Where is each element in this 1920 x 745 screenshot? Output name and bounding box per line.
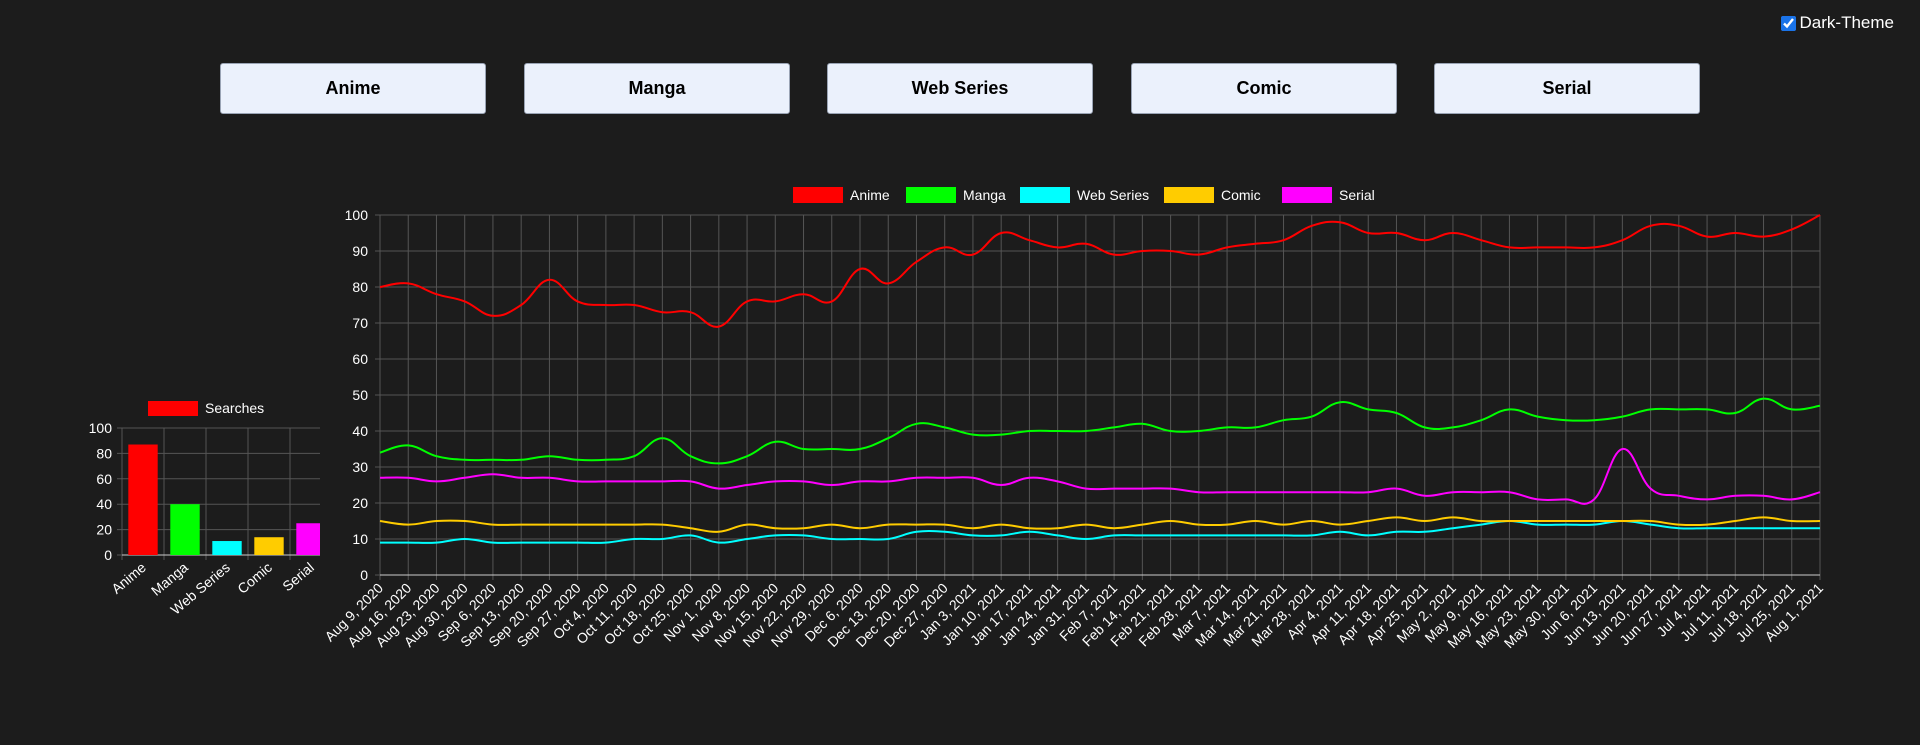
legend-swatch-comic: [1164, 187, 1214, 203]
bar-x-tick-label: Comic: [234, 559, 275, 597]
bar-legend-label: Searches: [205, 400, 264, 416]
bar-y-tick-label: 60: [96, 471, 112, 487]
dark-theme-checkbox[interactable]: [1780, 15, 1796, 31]
legend-swatch-web-series: [1020, 187, 1070, 203]
bar-manga: [170, 504, 200, 555]
bar-y-tick-label: 40: [96, 496, 112, 512]
web-series-button[interactable]: Web Series: [827, 63, 1093, 114]
series-line-serial: [379, 448, 1821, 505]
legend-label-anime: Anime: [850, 187, 890, 203]
line-y-tick-label: 40: [352, 423, 368, 439]
line-y-tick-label: 50: [352, 387, 368, 403]
legend-label-comic: Comic: [1221, 187, 1261, 203]
line-y-tick-label: 90: [352, 243, 368, 259]
legend-swatch-serial: [1282, 187, 1332, 203]
bar-legend-swatch: [148, 401, 198, 416]
searches-bar-chart: 020406080100AnimeMangaWeb Series Comic Ser…: [89, 400, 320, 618]
bar-y-tick-label: 20: [96, 522, 112, 538]
serial-button[interactable]: Serial: [1434, 63, 1700, 114]
line-y-tick-label: 100: [345, 207, 369, 223]
legend-swatch-manga: [906, 187, 956, 203]
bar-anime: [128, 444, 158, 555]
bar-y-tick-label: 80: [96, 445, 112, 461]
line-y-tick-label: 20: [352, 495, 368, 511]
line-y-tick-label: 80: [352, 279, 368, 295]
comic-button[interactable]: Comic: [1131, 63, 1397, 114]
bar-y-tick-label: 100: [89, 420, 113, 436]
bar-web-series: [212, 541, 242, 555]
legend-label-manga: Manga: [963, 187, 1006, 203]
legend-label-web-series: Web Series: [1077, 187, 1149, 203]
series-line-anime: [379, 214, 1821, 328]
line-y-tick-label: 60: [352, 351, 368, 367]
legend-swatch-anime: [793, 187, 843, 203]
trend-line-chart: 0102030405060708090100Aug 9, 2020Aug 16,…: [321, 187, 1826, 651]
bar-x-tick-label: Serial: [279, 559, 317, 594]
bar-x-tick-label: Anime: [108, 559, 149, 597]
line-y-tick-label: 70: [352, 315, 368, 331]
manga-button[interactable]: Manga: [524, 63, 790, 114]
line-y-tick-label: 0: [360, 567, 368, 583]
series-line-comic: [379, 516, 1821, 533]
dark-theme-label: Dark-Theme: [1799, 13, 1894, 32]
bar-y-tick-label: 0: [104, 547, 112, 563]
bar-comic: [254, 537, 284, 555]
dark-theme-toggle[interactable]: Dark-Theme: [1780, 13, 1894, 33]
legend-label-serial: Serial: [1339, 187, 1375, 203]
bar-serial: [296, 523, 320, 555]
line-y-tick-label: 30: [352, 459, 368, 475]
anime-button[interactable]: Anime: [220, 63, 486, 114]
line-y-tick-label: 10: [352, 531, 368, 547]
